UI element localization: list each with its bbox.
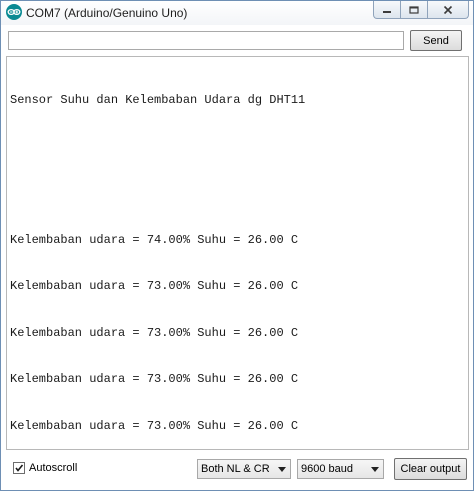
- title-bar[interactable]: COM7 (Arduino/Genuino Uno): [1, 1, 473, 25]
- serial-output[interactable]: Sensor Suhu dan Kelembaban Udara dg DHT1…: [6, 56, 469, 450]
- checkmark-icon: [15, 464, 24, 472]
- output-line: Kelembaban udara = 73.00% Suhu = 26.00 C: [10, 418, 299, 433]
- baud-rate-value: 9600 baud: [301, 463, 353, 475]
- output-line: Kelembaban udara = 73.00% Suhu = 26.00 C: [10, 325, 299, 340]
- serial-output-text: Sensor Suhu dan Kelembaban Udara dg DHT1…: [10, 62, 306, 449]
- send-bar: Send: [1, 25, 473, 57]
- arduino-icon: [6, 4, 22, 20]
- close-button[interactable]: [427, 1, 469, 19]
- send-button[interactable]: Send: [410, 30, 462, 51]
- line-ending-value: Both NL & CR: [201, 463, 270, 475]
- baud-rate-select[interactable]: 9600 baud: [297, 459, 384, 479]
- autoscroll-checkbox[interactable]: [13, 462, 25, 474]
- line-ending-select[interactable]: Both NL & CR: [197, 459, 291, 479]
- close-icon: [443, 5, 453, 14]
- window-title: COM7 (Arduino/Genuino Uno): [26, 6, 188, 20]
- clear-output-button[interactable]: Clear output: [394, 458, 467, 480]
- maximize-button[interactable]: [400, 1, 428, 19]
- output-line: Kelembaban udara = 73.00% Suhu = 26.00 C: [10, 279, 299, 293]
- output-line: Kelembaban udara = 74.00% Suhu = 26.00 C: [10, 232, 299, 247]
- window-controls: [373, 1, 469, 20]
- chevron-down-icon: [278, 467, 286, 472]
- autoscroll-toggle[interactable]: Autoscroll: [13, 462, 77, 474]
- serial-monitor-window: COM7 (Arduino/Genuino Uno) Send Sensor S…: [0, 0, 474, 491]
- autoscroll-label: Autoscroll: [29, 462, 78, 474]
- output-line: Kelembaban udara = 73.00% Suhu = 26.00 C: [10, 372, 299, 386]
- bottom-bar: Autoscroll Both NL & CR 9600 baud Clear …: [1, 453, 473, 490]
- minimize-button[interactable]: [373, 1, 401, 19]
- chevron-down-icon: [371, 467, 379, 472]
- send-input[interactable]: [8, 31, 404, 50]
- minimize-icon: [383, 10, 391, 13]
- maximize-icon: [409, 5, 419, 14]
- output-line: Sensor Suhu dan Kelembaban Udara dg DHT1…: [10, 93, 306, 107]
